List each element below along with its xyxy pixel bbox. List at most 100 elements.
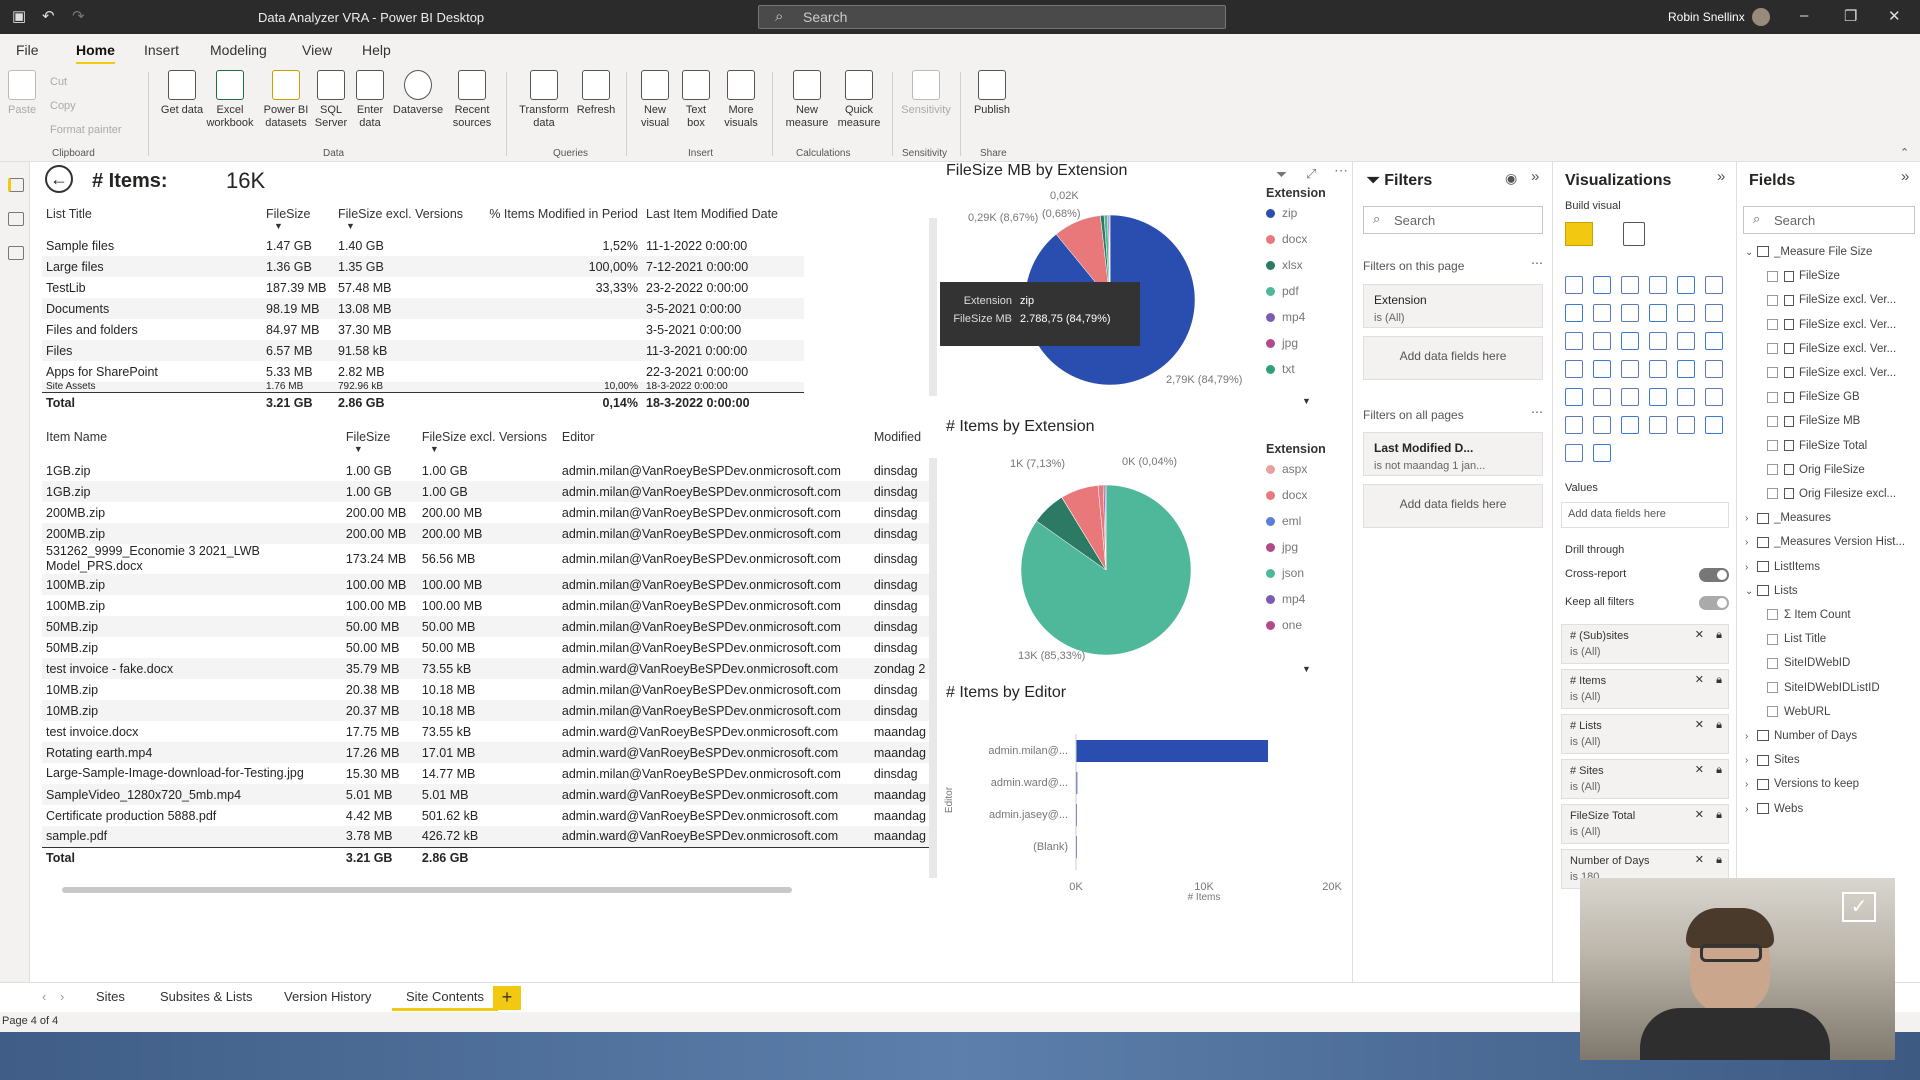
cross-report-toggle[interactable] xyxy=(1699,568,1729,582)
visual-type-icon[interactable] xyxy=(1649,276,1667,294)
table-row[interactable]: Files and folders 84.97 MB 37.30 MB 3-5-202… xyxy=(42,319,804,340)
avatar[interactable] xyxy=(1752,8,1770,26)
menu-modeling[interactable]: Modeling xyxy=(210,42,267,58)
publish-button[interactable]: Publish xyxy=(970,70,1014,117)
visual-type-icon[interactable] xyxy=(1593,416,1611,434)
tab-version-history[interactable]: Version History xyxy=(284,989,371,1004)
visual-type-icon[interactable] xyxy=(1565,276,1583,294)
back-arrow-icon[interactable]: ← xyxy=(45,165,73,193)
checkbox[interactable] xyxy=(1767,657,1778,669)
excel-workbook-button[interactable]: Excel workbook xyxy=(206,70,254,130)
minimize-icon[interactable]: – xyxy=(1800,7,1808,24)
paste-button[interactable]: Paste xyxy=(8,70,36,117)
legend-item[interactable]: xlsx xyxy=(1266,258,1326,284)
redo-icon[interactable]: ↷ xyxy=(72,7,85,25)
field-item[interactable]: › Webs xyxy=(1745,803,1803,815)
checkbox[interactable] xyxy=(1767,464,1778,476)
build-visual-tab-icon[interactable] xyxy=(1565,222,1593,246)
field-item[interactable]: SiteIDWebIDListID xyxy=(1767,682,1880,694)
col-header[interactable]: FileSize ▼ xyxy=(262,207,334,235)
field-item[interactable]: › _Measures Version Hist... xyxy=(1745,536,1905,548)
legend-item[interactable]: json xyxy=(1266,566,1326,592)
checkbox[interactable] xyxy=(1767,609,1778,621)
table-row[interactable]: 1GB.zip 1.00 GB 1.00 GB admin.milan@VanRoey… xyxy=(42,481,930,502)
field-item[interactable]: SiteIDWebID xyxy=(1767,657,1850,669)
checkbox[interactable] xyxy=(1767,633,1778,645)
collapse-pane-icon[interactable]: » xyxy=(1531,168,1539,185)
field-item[interactable]: Σ Item Count xyxy=(1767,609,1851,621)
field-item[interactable]: FileSize excl. Ver... xyxy=(1767,294,1896,306)
sql-server-button[interactable]: SQL Server xyxy=(312,70,350,130)
collapse-ribbon-icon[interactable]: ⌃ xyxy=(1900,146,1909,159)
field-item[interactable]: FileSize MB xyxy=(1767,415,1860,427)
keep-filters-toggle[interactable] xyxy=(1699,596,1729,610)
checkbox[interactable] xyxy=(1767,367,1778,379)
visual-type-icon[interactable] xyxy=(1621,416,1639,434)
checkbox[interactable] xyxy=(1767,706,1778,718)
remove-icon[interactable]: ✕ xyxy=(1695,717,1704,733)
legend-item[interactable]: jpg xyxy=(1266,540,1326,566)
sensitivity-button[interactable]: Sensitivity xyxy=(898,70,954,117)
col-header[interactable]: % Items Modified in Period xyxy=(474,207,642,235)
power-bi-datasets-button[interactable]: Power BI datasets xyxy=(260,70,312,130)
field-item[interactable]: FileSize excl. Ver... xyxy=(1767,343,1896,355)
visual-type-icon[interactable] xyxy=(1565,416,1583,434)
table-row[interactable]: Files 6.57 MB 91.58 kB 11-3-2021 0:00:00 xyxy=(42,340,804,361)
lock-icon[interactable]: 🔒︎ xyxy=(1716,627,1722,643)
table-row[interactable]: 100MB.zip 100.00 MB 100.00 MB admin.milan@V… xyxy=(42,574,930,595)
visual-type-icon[interactable] xyxy=(1621,332,1639,350)
visual-type-icon[interactable] xyxy=(1677,332,1695,350)
field-item[interactable]: Orig Filesize excl... xyxy=(1767,488,1896,500)
filter-card-last-modified[interactable]: Last Modified D... is not maandag 1 jan.… xyxy=(1363,432,1543,476)
visual-type-icon[interactable] xyxy=(1705,332,1723,350)
table-row[interactable]: test invoice.docx 17.75 MB 73.55 kB admin.w… xyxy=(42,721,930,742)
visual-type-icon[interactable] xyxy=(1649,332,1667,350)
legend-item[interactable]: eml xyxy=(1266,514,1326,540)
visual-type-icon[interactable] xyxy=(1705,388,1723,406)
table-row[interactable]: test invoice - fake.docx 35.79 MB 73.55 kB… xyxy=(42,658,930,679)
remove-icon[interactable]: ✕ xyxy=(1695,672,1704,688)
legend-item[interactable]: zip xyxy=(1266,206,1326,232)
lock-icon[interactable]: 🔒︎ xyxy=(1716,762,1722,778)
visual-type-icon[interactable] xyxy=(1593,332,1611,350)
data-view-icon[interactable] xyxy=(8,212,24,226)
list-table-scrollbar[interactable] xyxy=(929,218,937,396)
filter-well[interactable]: # Lists is (All) ✕ 🔒︎ xyxy=(1561,714,1729,754)
quick-measure-button[interactable]: Quick measure xyxy=(834,70,884,130)
format-painter-button[interactable]: Format painter xyxy=(50,124,122,136)
undo-icon[interactable]: ↶ xyxy=(42,7,55,25)
table-row[interactable]: SampleVideo_1280x720_5mb.mp4 5.01 MB 5.01 … xyxy=(42,784,930,805)
refresh-button[interactable]: Refresh xyxy=(574,70,618,117)
visual-type-icon[interactable] xyxy=(1593,276,1611,294)
table-row[interactable]: Documents 98.19 MB 13.08 MB 3-5-2021 0:00:0… xyxy=(42,298,804,319)
visual-type-icon[interactable] xyxy=(1621,304,1639,322)
field-item[interactable]: FileSize excl. Ver... xyxy=(1767,319,1896,331)
field-item[interactable]: › Sites xyxy=(1745,754,1800,766)
tab-subsites-lists[interactable]: Subsites & Lists xyxy=(160,989,253,1004)
field-item[interactable]: List Title xyxy=(1767,633,1826,645)
filter-icon[interactable]: ⏷ xyxy=(1276,166,1287,183)
field-item[interactable]: Orig FileSize xyxy=(1767,464,1865,476)
col-header[interactable]: FileSize excl. Versions ▼ xyxy=(418,430,558,460)
legend-scroll-icon[interactable]: ▼ xyxy=(1302,664,1311,674)
recent-sources-button[interactable]: Recent sources xyxy=(448,70,496,130)
field-item[interactable]: ⌄ Lists xyxy=(1745,585,1798,597)
remove-icon[interactable]: ✕ xyxy=(1695,762,1704,778)
legend-item[interactable]: one xyxy=(1266,618,1326,644)
remove-icon[interactable]: ✕ xyxy=(1695,807,1704,823)
table-row[interactable]: 200MB.zip 200.00 MB 200.00 MB admin.milan@V… xyxy=(42,502,930,523)
tab-site-contents[interactable]: Site Contents xyxy=(392,985,499,1011)
legend-item[interactable]: jpg xyxy=(1266,336,1326,362)
dataverse-button[interactable]: Dataverse xyxy=(390,70,446,117)
visual-type-icon[interactable] xyxy=(1593,304,1611,322)
checkbox[interactable] xyxy=(1767,488,1778,500)
save-icon[interactable]: ▣ xyxy=(12,7,26,25)
visual-type-icon[interactable] xyxy=(1705,416,1723,434)
transform-data-button[interactable]: Transform data xyxy=(518,70,570,130)
legend-item[interactable]: mp4 xyxy=(1266,592,1326,618)
table-row[interactable]: Sample files 1.47 GB 1.40 GB 1,52% 11-1-2022… xyxy=(42,235,804,256)
legend-scroll-icon[interactable]: ▼ xyxy=(1302,396,1311,406)
more-options-icon[interactable]: ⋯ xyxy=(1531,256,1543,270)
remove-icon[interactable]: ✕ xyxy=(1695,852,1704,868)
field-item[interactable]: FileSize Total xyxy=(1767,440,1867,452)
